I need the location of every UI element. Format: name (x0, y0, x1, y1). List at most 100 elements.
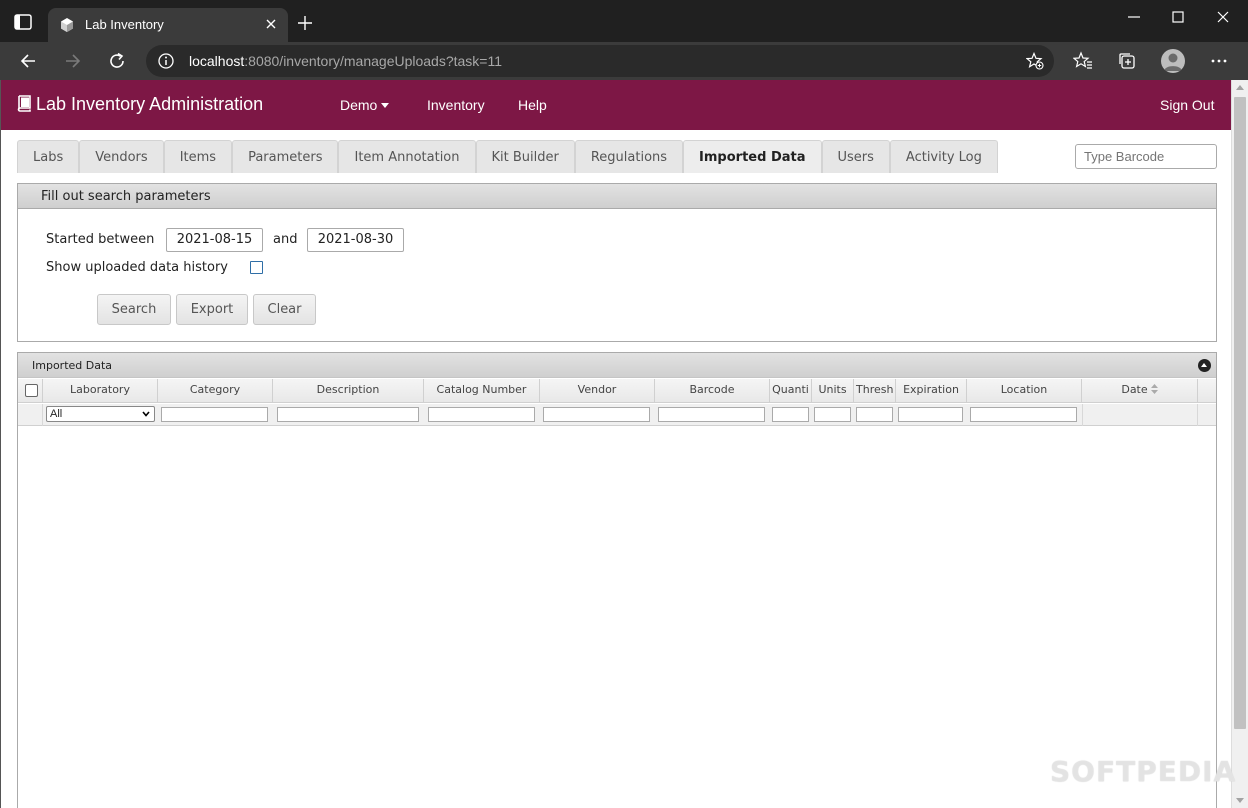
chevron-down-icon (142, 411, 150, 417)
col-units[interactable]: Units (812, 379, 854, 403)
catalog-number-filter-input[interactable] (428, 407, 535, 422)
page-content: Lab Inventory Administration Demo Invent… (0, 80, 1231, 808)
tab-labs[interactable]: Labs (17, 140, 80, 173)
collections-icon[interactable] (1117, 51, 1137, 71)
maximize-icon[interactable] (1169, 8, 1187, 26)
tab-activity-log[interactable]: Activity Log (889, 140, 998, 173)
grid-caption: Imported Data (18, 353, 1216, 378)
browser-tab[interactable]: Lab Inventory (48, 8, 288, 42)
export-button[interactable]: Export (176, 294, 248, 325)
col-quantity[interactable]: Quanti (770, 379, 812, 403)
back-arrow-icon[interactable] (18, 51, 38, 71)
grid-caption-label: Imported Data (32, 359, 113, 372)
inventory-link[interactable]: Inventory (427, 97, 485, 113)
scroll-down-icon[interactable] (1236, 798, 1244, 803)
start-date-input[interactable]: 2021-08-15 (166, 228, 263, 252)
app-navbar: Lab Inventory Administration Demo Invent… (1, 80, 1231, 130)
browser-tab-title: Lab Inventory (85, 17, 164, 32)
url-path: :8080/inventory/manageUploads?task=11 (244, 53, 503, 69)
history-label: Show uploaded data history (46, 260, 228, 275)
tab-items[interactable]: Items (163, 140, 233, 173)
favorites-icon[interactable] (1073, 51, 1093, 71)
cube-icon (61, 18, 73, 32)
description-filter-input[interactable] (277, 407, 419, 422)
history-checkbox[interactable] (250, 261, 263, 274)
end-date-input[interactable]: 2021-08-30 (307, 228, 404, 252)
browser-tabstrip: Lab Inventory (0, 0, 1248, 42)
brand-title: Lab Inventory Administration (36, 94, 264, 114)
col-vendor[interactable]: Vendor (540, 379, 655, 403)
units-filter-input[interactable] (814, 407, 851, 422)
demo-menu[interactable]: Demo (340, 97, 390, 113)
help-link[interactable]: Help (518, 97, 547, 113)
sign-out-link[interactable]: Sign Out (1160, 97, 1214, 113)
profile-icon[interactable] (1161, 49, 1185, 73)
sort-icon (1150, 384, 1158, 394)
grid-filter-row: All (18, 404, 1216, 426)
demo-menu-label: Demo (340, 97, 378, 113)
minimize-icon[interactable] (1125, 8, 1143, 26)
browser-toolbar: localhost:8080/inventory/manageUploads?t… (0, 42, 1248, 80)
reload-icon[interactable] (107, 51, 127, 71)
col-laboratory[interactable]: Laboratory (43, 379, 158, 403)
forward-arrow-icon[interactable] (63, 51, 83, 71)
date-filter-cell (1082, 404, 1198, 426)
col-threshold[interactable]: Thresh (854, 379, 896, 403)
tab-parameters[interactable]: Parameters (232, 140, 339, 173)
laboratory-filter-select[interactable]: All (46, 406, 155, 422)
book-icon (17, 95, 31, 112)
url-host: localhost (189, 53, 245, 69)
category-filter-input[interactable] (161, 407, 268, 422)
col-category[interactable]: Category (158, 379, 273, 403)
search-panel-header: Fill out search parameters (18, 184, 1216, 209)
col-catalog-number[interactable]: Catalog Number (424, 379, 540, 403)
and-label: and (273, 232, 298, 247)
threshold-filter-input[interactable] (856, 407, 893, 422)
col-location[interactable]: Location (967, 379, 1082, 403)
more-dots-icon[interactable] (1209, 51, 1229, 71)
address-bar[interactable]: localhost:8080/inventory/manageUploads?t… (146, 45, 1054, 77)
tab-kit-builder[interactable]: Kit Builder (475, 140, 575, 173)
col-date-label: Date (1121, 383, 1148, 396)
page-scrollbar[interactable] (1231, 80, 1248, 808)
info-icon[interactable] (158, 53, 174, 69)
expiration-filter-input[interactable] (898, 407, 963, 422)
brand-link[interactable]: Lab Inventory Administration (16, 94, 263, 115)
col-expiration[interactable]: Expiration (896, 379, 967, 403)
caret-down-icon (381, 103, 390, 108)
close-window-icon[interactable] (1214, 8, 1232, 26)
clear-button[interactable]: Clear (253, 294, 316, 325)
imported-data-grid: Imported Data Laboratory Category Descri… (17, 352, 1217, 808)
filter-cell-blank (18, 404, 43, 426)
select-all-checkbox[interactable] (25, 384, 38, 397)
grid-header-row: Laboratory Category Description Catalog … (18, 379, 1216, 403)
col-date[interactable]: Date (1082, 379, 1198, 403)
tab-users[interactable]: Users (821, 140, 890, 173)
started-between-label: Started between (46, 232, 155, 247)
scroll-up-icon[interactable] (1236, 85, 1244, 90)
collapse-icon[interactable] (1198, 359, 1211, 372)
new-tab-icon[interactable] (296, 14, 314, 32)
tab-regulations[interactable]: Regulations (574, 140, 684, 173)
laboratory-filter-value: All (50, 408, 63, 420)
quantity-filter-input[interactable] (772, 407, 809, 422)
scrollbar-thumb[interactable] (1234, 97, 1246, 729)
tab-item-annotation[interactable]: Item Annotation (338, 140, 476, 173)
location-filter-input[interactable] (970, 407, 1077, 422)
tab-vendors[interactable]: Vendors (79, 140, 164, 173)
watermark: SOFTPEDIA (1050, 755, 1237, 788)
url-text[interactable]: localhost:8080/inventory/manageUploads?t… (189, 53, 502, 69)
vendor-filter-input[interactable] (543, 407, 650, 422)
close-tab-icon[interactable] (264, 17, 278, 31)
select-all-cell (18, 379, 43, 403)
tab-imported-data[interactable]: Imported Data (683, 140, 822, 173)
col-description[interactable]: Description (273, 379, 424, 403)
barcode-input[interactable] (1075, 144, 1217, 169)
star-plus-icon[interactable] (1026, 52, 1044, 70)
search-panel: Fill out search parameters Started betwe… (17, 183, 1217, 342)
admin-tabs: Labs Vendors Items Parameters Item Annot… (17, 140, 998, 173)
window-icon[interactable] (14, 14, 32, 30)
search-button[interactable]: Search (97, 294, 171, 325)
barcode-filter-input[interactable] (658, 407, 765, 422)
col-barcode[interactable]: Barcode (655, 379, 770, 403)
